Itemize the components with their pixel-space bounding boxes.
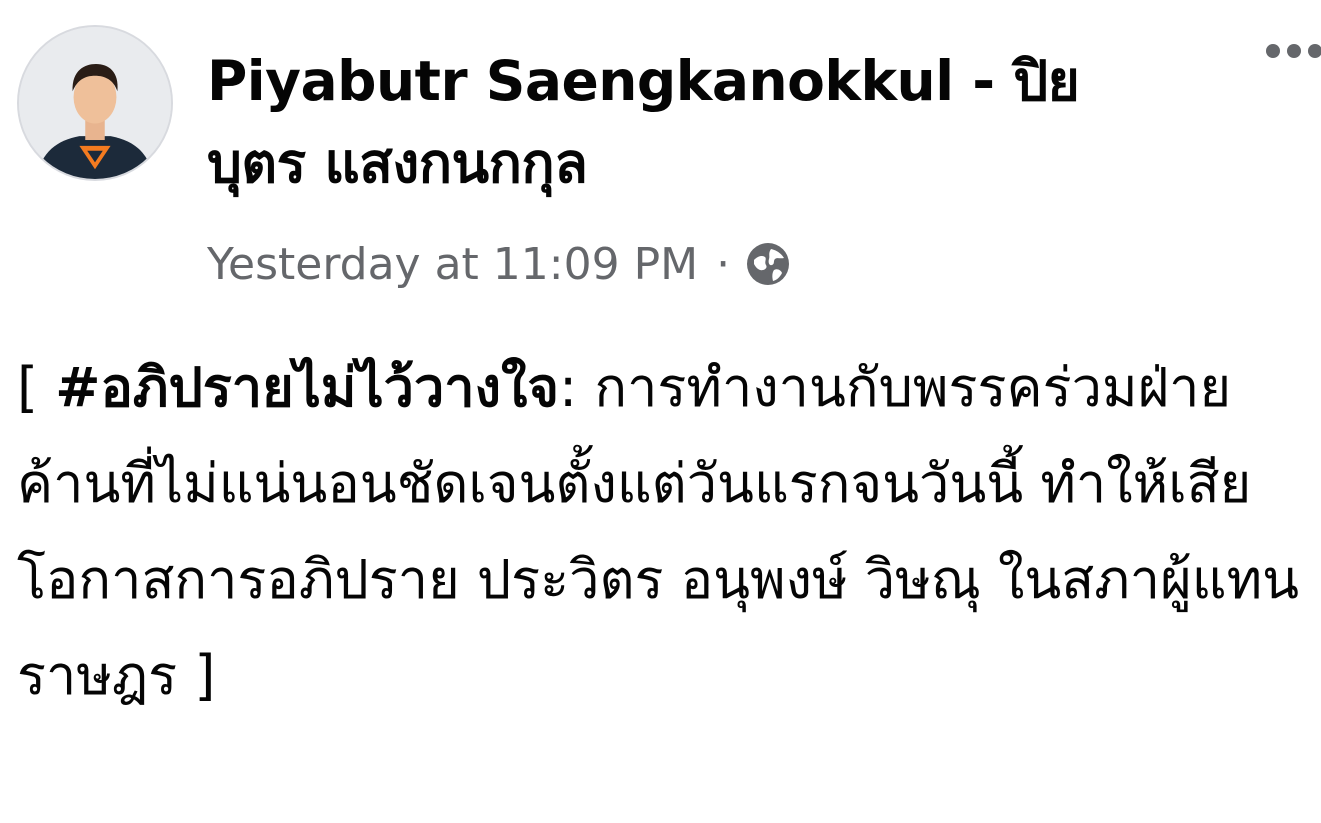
facebook-post: Piyabutr Saengkanokkul - ปิยบุตร แสงกนกก… — [0, 0, 1321, 823]
profile-avatar-image — [19, 27, 171, 179]
globe-icon[interactable] — [744, 240, 792, 288]
more-options-icon[interactable] — [1266, 44, 1321, 58]
more-dot — [1308, 44, 1321, 58]
post-timestamp[interactable]: Yesterday at 11:09 PM — [207, 239, 698, 290]
author-name[interactable]: Piyabutr Saengkanokkul - ปิยบุตร แสงกนกก… — [207, 40, 1167, 204]
more-dot — [1287, 44, 1301, 58]
hashtag-link[interactable]: #อภิปรายไม่ไว้วางใจ — [55, 356, 559, 419]
avatar[interactable] — [17, 25, 173, 181]
post-meta: Yesterday at 11:09 PM · — [207, 232, 792, 296]
text-prefix: [ — [17, 356, 56, 419]
more-dot — [1266, 44, 1280, 58]
meta-separator: · — [716, 238, 731, 290]
post-text: [ #อภิปรายไม่ไว้วางใจ: การทำงานกับพรรคร่… — [17, 340, 1312, 724]
